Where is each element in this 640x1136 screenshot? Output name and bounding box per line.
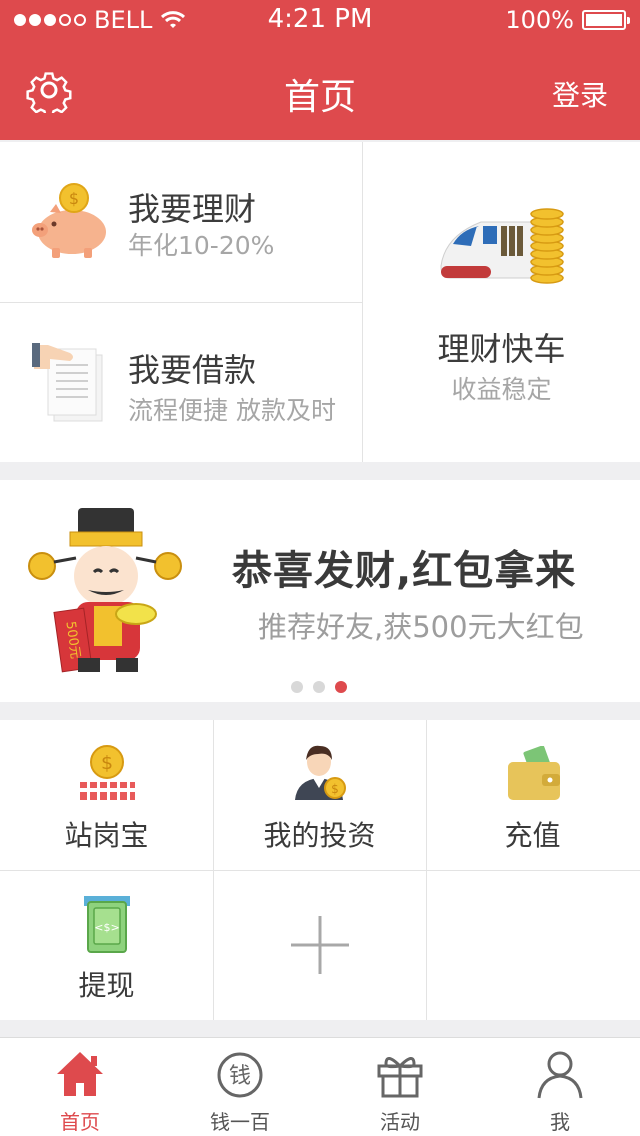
tab-money[interactable]: 钱 钱一百: [160, 1038, 320, 1136]
banner-subtitle: 推荐好友,获500元大红包: [258, 610, 584, 644]
svg-text:<$>: <$>: [94, 921, 119, 934]
service-zhangangbao[interactable]: $ 站岗宝: [0, 720, 213, 870]
service-label: 站岗宝: [64, 819, 149, 852]
page-dot-active[interactable]: [335, 681, 347, 693]
login-button[interactable]: 登录: [552, 74, 608, 114]
svg-text:$: $: [69, 189, 79, 208]
gift-icon: [377, 1057, 423, 1098]
tab-label: 活动: [380, 1110, 420, 1134]
service-recharge[interactable]: 充值: [426, 720, 640, 870]
withdraw-cash-icon: <$>: [84, 896, 130, 953]
invest-entry[interactable]: $ 我要理财 年化10-20%: [0, 142, 362, 302]
invest-title: 我要理财: [128, 190, 257, 228]
tab-label: 我: [550, 1110, 570, 1134]
tab-home[interactable]: 首页: [0, 1038, 160, 1136]
banner-title: 恭喜发财,红包拿来: [232, 548, 577, 594]
battery-percent: 100%: [505, 6, 574, 34]
tab-label: 钱一百: [210, 1110, 270, 1134]
piggy-bank-icon: $: [32, 183, 106, 258]
loan-subtitle: 流程便捷 放款及时: [128, 396, 336, 425]
add-service-button[interactable]: [213, 870, 426, 1020]
banner-pagination: [291, 681, 347, 693]
service-my-investment[interactable]: $ 我的投资: [213, 720, 426, 870]
page-title: 首页: [283, 77, 356, 118]
svg-text:$: $: [331, 782, 339, 796]
tab-activity[interactable]: 活动: [320, 1038, 480, 1136]
invest-subtitle: 年化10-20%: [128, 231, 275, 260]
status-bar: BELL 4:21 PM 100%: [0, 0, 640, 40]
fortune-god-illustration: 500元: [28, 508, 182, 673]
battery-info: 100%: [505, 6, 630, 34]
money-icon-glyph: 钱: [229, 1064, 251, 1089]
page-dot[interactable]: [313, 681, 325, 693]
loan-document-icon: [32, 343, 103, 422]
home-icon: [57, 1052, 103, 1096]
express-title: 理财快车: [437, 330, 566, 368]
service-label: 我的投资: [263, 819, 376, 852]
service-withdraw[interactable]: <$> 提现: [0, 870, 213, 1020]
tab-me[interactable]: 我: [480, 1038, 640, 1136]
loan-entry[interactable]: 我要借款 流程便捷 放款及时: [0, 303, 362, 462]
page-dot[interactable]: [291, 681, 303, 693]
investor-icon: $: [295, 745, 346, 800]
svg-text:$: $: [101, 752, 113, 774]
empty-grid-cell: [426, 870, 640, 1020]
tab-label: 首页: [60, 1110, 100, 1134]
navigation-bar: 首页 登录: [0, 40, 640, 140]
wallet-icon: [508, 746, 560, 800]
money-icon: 钱: [217, 1052, 263, 1098]
bullet-train-coins-icon: [440, 208, 564, 284]
user-icon: [537, 1051, 583, 1099]
add-icon: [291, 916, 349, 974]
service-label: 提现: [78, 969, 135, 1002]
coin-fence-icon: $: [78, 745, 136, 800]
tab-bar: 首页 钱 钱一百 活动 我: [0, 1037, 640, 1136]
battery-icon: [582, 10, 630, 30]
express-entry[interactable]: 理财快车 收益稳定: [363, 142, 640, 462]
express-subtitle: 收益稳定: [451, 375, 552, 404]
service-label: 充值: [504, 819, 561, 852]
loan-title: 我要借款: [128, 351, 257, 389]
